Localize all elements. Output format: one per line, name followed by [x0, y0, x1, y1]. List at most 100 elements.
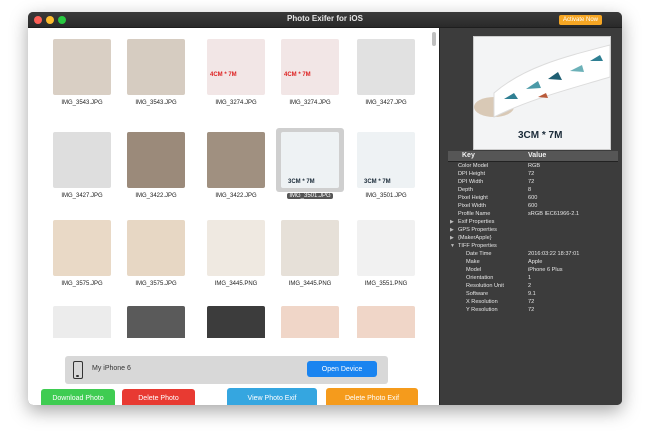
photo-thumbnail[interactable]: IMG_3551.PNG [348, 213, 424, 299]
disclosure-collapsed-icon[interactable]: ▶ [450, 218, 454, 226]
thumbnail-frame [122, 302, 190, 338]
thumbnail-overlay-text: 3CM * 7M [364, 179, 391, 185]
disclosure-collapsed-icon[interactable]: ▶ [450, 234, 454, 242]
open-device-button[interactable]: Open Device [307, 361, 377, 377]
iphone-icon [73, 361, 83, 379]
delete-photo-exif-button[interactable]: Delete Photo Exif [326, 388, 418, 405]
photo-thumbnail[interactable]: 3CM * 7M IMG_3501.JPG [348, 125, 424, 211]
exif-key: {MakerApple} [458, 235, 492, 241]
exif-row[interactable]: Profile Name sRGB IEC61966-2.1 [448, 210, 618, 218]
exif-row[interactable]: ▶ Exif Properties [448, 218, 618, 226]
exif-row[interactable]: ▶ GPS Properties [448, 226, 618, 234]
exif-row[interactable]: DPI Width 72 [448, 178, 618, 186]
thumbnail-frame [122, 216, 190, 280]
exif-value: 8 [528, 187, 532, 193]
view-photo-exif-button[interactable]: View Photo Exif [227, 388, 317, 405]
exif-row[interactable]: X Resolution 72 [448, 298, 618, 306]
photo-preview: 3CM * 7M [473, 36, 611, 150]
exif-row[interactable]: Resolution Unit 2 [448, 282, 618, 290]
photo-filename: IMG_3427.JPG [348, 100, 424, 106]
photo-thumbnail[interactable]: 4CM * 7M IMG_3274.JPG [272, 32, 348, 118]
thumbnail-image [357, 306, 415, 338]
photo-thumbnail[interactable]: 3CM * 7M IMG_3501.JPG [272, 125, 348, 211]
photo-thumbnail[interactable]: IMG_3445.PNG [272, 213, 348, 299]
thumbnail-frame [48, 302, 116, 338]
thumbnail-image [207, 39, 265, 95]
exif-row[interactable]: Pixel Height 600 [448, 194, 618, 202]
exif-row[interactable]: ▼ TIFF Properties [448, 242, 618, 250]
thumbnail-image [207, 220, 265, 276]
photo-filename: IMG_3551.PNG [348, 281, 424, 287]
exif-row[interactable]: Model iPhone 6 Plus [448, 266, 618, 274]
disclosure-expanded-icon[interactable]: ▼ [450, 242, 455, 250]
photo-thumbnail[interactable]: IMG_3575.JPG [44, 213, 120, 299]
exif-row[interactable]: Software 9.1 [448, 290, 618, 298]
photo-thumbnail[interactable]: IMG_3427.JPG [348, 32, 424, 118]
thumbnail-overlay-text: 4CM * 7M [210, 72, 237, 78]
exif-key: Software [466, 291, 489, 297]
exif-table: Color Model RGB DPI Height 72 DPI Width 72 Dep… [448, 162, 618, 314]
delete-photo-button[interactable]: Delete Photo [122, 389, 195, 405]
photo-thumbnail[interactable]: IMG_3422.JPG [118, 125, 194, 211]
window-title: Photo Exifer for iOS [286, 14, 363, 23]
photo-filename: IMG_3543.JPG [44, 100, 120, 106]
exif-row[interactable]: ▶ {MakerApple} [448, 234, 618, 242]
photo-filename: IMG_3575.JPG [118, 281, 194, 287]
photo-thumbnail[interactable] [198, 299, 274, 338]
thumbnail-frame [122, 128, 190, 192]
photo-thumbnail[interactable]: IMG_3575.JPG [118, 213, 194, 299]
exif-value: iPhone 6 Plus [528, 267, 563, 273]
photo-grid-scrollbar[interactable] [432, 32, 436, 46]
photo-thumbnail[interactable] [272, 299, 348, 338]
key-column-header[interactable]: Key [462, 152, 475, 159]
photo-thumbnail[interactable] [118, 299, 194, 338]
exif-key: Pixel Width [458, 203, 486, 209]
thumbnail-image [127, 132, 185, 188]
exif-value: 9.1 [528, 291, 536, 297]
thumbnail-image [53, 39, 111, 95]
exif-row[interactable]: Orientation 1 [448, 274, 618, 282]
photo-thumbnail[interactable] [44, 299, 120, 338]
photo-thumbnail[interactable]: IMG_3422.JPG [198, 125, 274, 211]
exif-table-header: Key Value [448, 151, 618, 162]
photo-thumbnail[interactable]: IMG_3543.JPG [118, 32, 194, 118]
activate-now-button[interactable]: Activate Now [558, 15, 602, 25]
photo-thumbnail[interactable]: 4CM * 7M IMG_3274.JPG [198, 32, 274, 118]
value-column-header[interactable]: Value [528, 152, 546, 159]
exif-row[interactable]: Make Apple [448, 258, 618, 266]
disclosure-collapsed-icon[interactable]: ▶ [450, 226, 454, 234]
photo-filename: IMG_3422.JPG [198, 193, 274, 199]
exif-row[interactable]: Color Model RGB [448, 162, 618, 170]
download-photo-button[interactable]: Download Photo [41, 389, 115, 405]
exif-row[interactable]: Date Time 2016:03:22 18:37:01 [448, 250, 618, 258]
photo-filename-text: IMG_3445.PNG [288, 281, 332, 287]
exif-key: TIFF Properties [458, 243, 497, 249]
exif-row[interactable]: DPI Height 72 [448, 170, 618, 178]
thumbnail-image [357, 39, 415, 95]
photo-thumbnail[interactable] [348, 299, 424, 338]
thumbnail-image [281, 306, 339, 338]
photo-thumbnail[interactable]: IMG_3445.PNG [198, 213, 274, 299]
photo-filename: IMG_3422.JPG [118, 193, 194, 199]
photo-filename-text: IMG_3501.JPG [287, 193, 333, 199]
exif-pane: 3CM * 7M Key Value Color Model RGB DPI Hei… [439, 28, 622, 405]
thumbnail-image [53, 306, 111, 338]
exif-value: 1 [528, 275, 532, 281]
thumbnail-frame [202, 128, 270, 192]
photo-filename-text: IMG_3422.JPG [215, 193, 257, 199]
photo-filename-text: IMG_3422.JPG [135, 193, 177, 199]
photo-thumbnail[interactable]: IMG_3427.JPG [44, 125, 120, 211]
photo-thumbnail[interactable]: IMG_3543.JPG [44, 32, 120, 118]
exif-row[interactable]: Depth 8 [448, 186, 618, 194]
exif-row[interactable]: Pixel Width 600 [448, 202, 618, 210]
photo-filename-text: IMG_3427.JPG [365, 100, 407, 106]
photo-filename-text: IMG_3575.JPG [135, 281, 177, 287]
exif-key: Orientation [466, 275, 494, 281]
photo-filename-text: IMG_3274.JPG [215, 100, 257, 106]
exif-row[interactable]: Y Resolution 72 [448, 306, 618, 314]
exif-key: X Resolution [466, 299, 498, 305]
exif-value: sRGB IEC61966-2.1 [528, 211, 579, 217]
photo-filename-text: IMG_3543.JPG [135, 100, 177, 106]
device-name: My iPhone 6 [92, 365, 131, 372]
exif-value: RGB [528, 163, 541, 169]
